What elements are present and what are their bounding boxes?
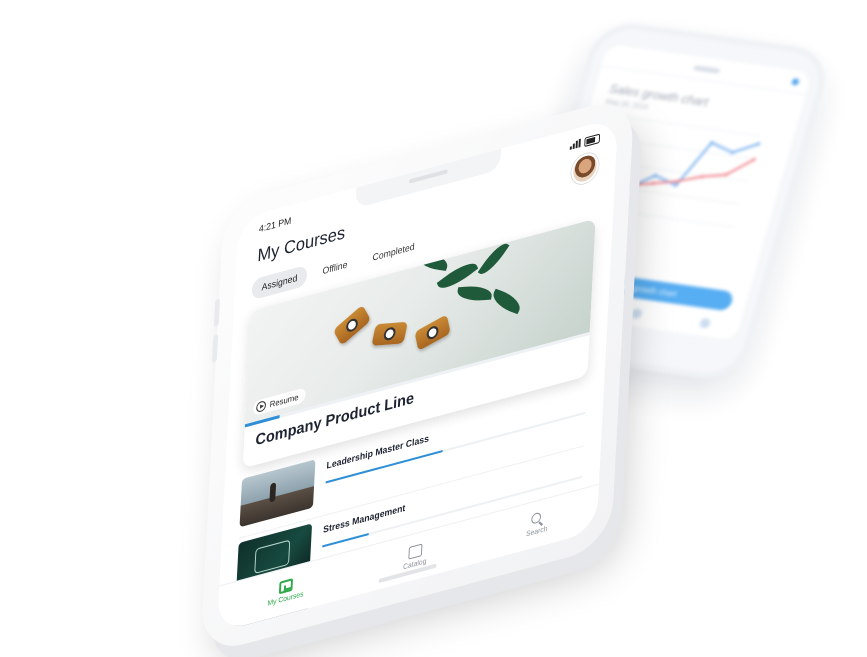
leaf-decoration — [477, 239, 510, 279]
leaf-decoration — [455, 284, 495, 303]
tab-bar-label: Search — [525, 525, 548, 539]
status-icons — [569, 132, 601, 150]
foreground-phone: 4:21 PM My Courses Assigned Offline Comp… — [200, 94, 635, 656]
product-bottle — [332, 304, 372, 346]
play-icon — [255, 400, 267, 414]
tab-search[interactable]: Search — [525, 510, 549, 539]
top-bar-pill — [693, 64, 721, 74]
nav-dot-2[interactable] — [630, 308, 644, 320]
tab-assigned[interactable]: Assigned — [251, 264, 308, 301]
search-icon — [531, 511, 543, 527]
product-bottle — [371, 321, 408, 346]
avatar[interactable] — [570, 150, 600, 187]
status-time: 4:21 PM — [258, 215, 292, 235]
tab-offline[interactable]: Offline — [312, 251, 357, 284]
tab-my-courses[interactable]: My Courses — [267, 575, 304, 608]
resume-label: Resume — [269, 391, 299, 409]
nav-dot-3[interactable] — [698, 317, 712, 329]
signal-icon — [569, 138, 581, 150]
course-thumbnail — [239, 459, 316, 528]
leaf-decoration — [488, 288, 525, 315]
battery-icon — [584, 132, 601, 147]
catalog-icon — [408, 543, 423, 560]
tab-bar-label: My Courses — [267, 590, 304, 608]
course-progress-fill — [322, 532, 370, 548]
courses-icon — [279, 578, 294, 595]
chart-point — [651, 181, 655, 185]
product-bottle — [414, 314, 451, 351]
